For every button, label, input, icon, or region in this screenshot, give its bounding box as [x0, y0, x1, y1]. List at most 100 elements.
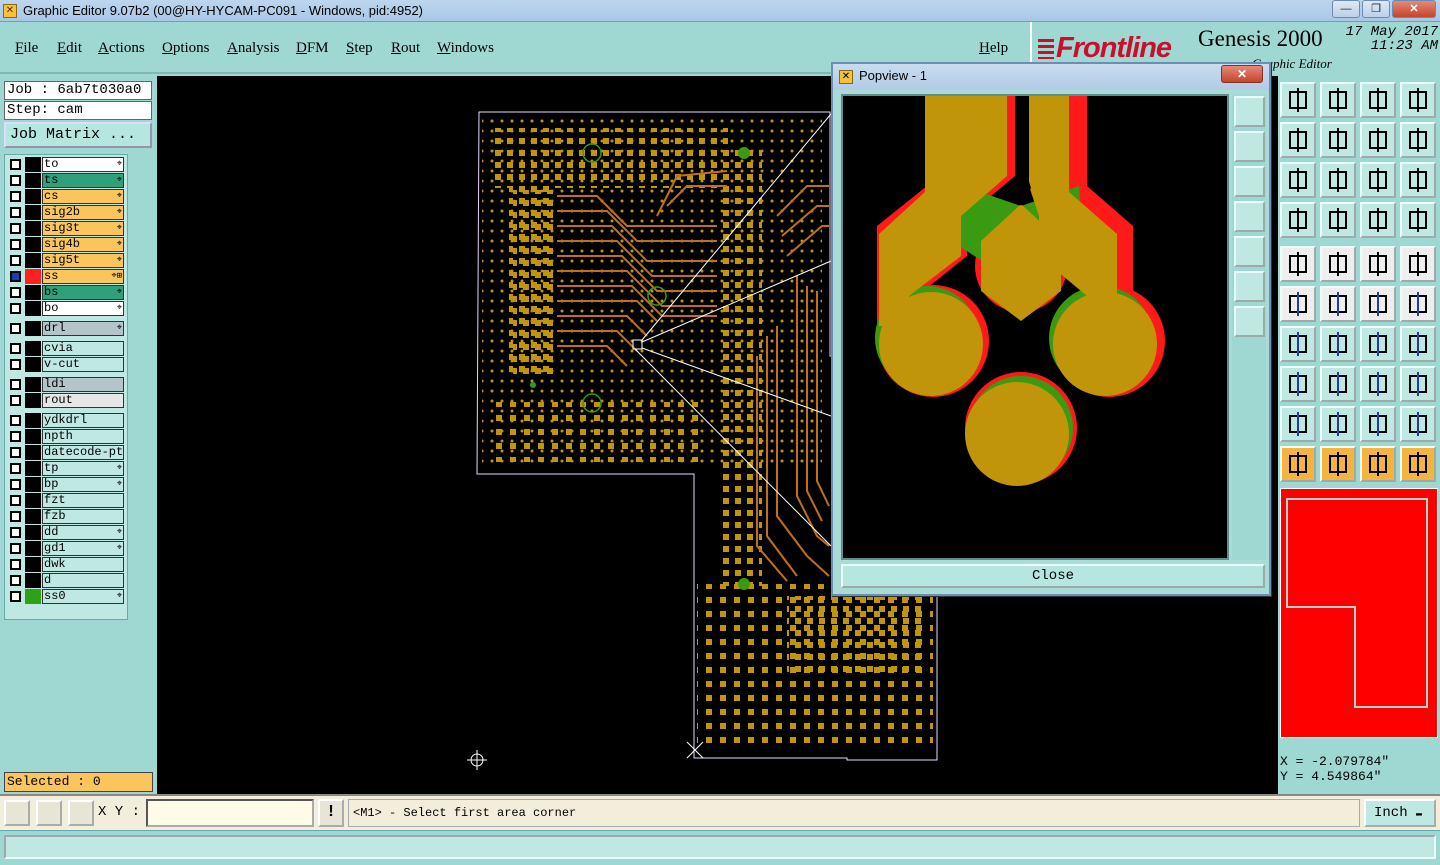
- measure-icon[interactable]: [36, 800, 62, 826]
- popview-close-button[interactable]: Close: [841, 564, 1265, 588]
- layer-row-npth[interactable]: npth: [7, 429, 127, 444]
- pad-select-icon[interactable]: [1280, 246, 1316, 282]
- layer-row-ss[interactable]: ss ⌖⊞: [7, 269, 127, 284]
- layer-row-tp[interactable]: tp ⌖: [7, 461, 127, 476]
- layer-color-swatch[interactable]: [25, 509, 41, 524]
- layer-row-dd[interactable]: dd ⌖: [7, 525, 127, 540]
- nodes-icon[interactable]: [1280, 286, 1316, 322]
- unit-selector[interactable]: Inch ▬: [1364, 799, 1436, 827]
- fix-icon[interactable]: [1400, 326, 1436, 362]
- layer-name[interactable]: fzb: [42, 509, 124, 524]
- close-window-button[interactable]: ✕: [1392, 0, 1436, 18]
- layer-color-swatch[interactable]: [25, 253, 41, 268]
- layer-color-swatch[interactable]: [25, 357, 41, 372]
- popview-tool-4[interactable]: [1234, 201, 1265, 232]
- center-icon[interactable]: [1320, 162, 1356, 198]
- overview-map[interactable]: [1280, 488, 1438, 738]
- popview-tool-6[interactable]: [1234, 271, 1265, 302]
- layer-row-gd1[interactable]: gd1 ⌖: [7, 541, 127, 556]
- layer-color-swatch[interactable]: [25, 173, 41, 188]
- zoom-area-icon[interactable]: [4, 800, 30, 826]
- menu-analysis[interactable]: Analysis: [227, 40, 280, 57]
- layer-row-to[interactable]: to ⌖: [7, 157, 127, 172]
- layer-row-drl[interactable]: drl ⌖: [7, 321, 127, 336]
- layer-row-bs[interactable]: bs ⌖: [7, 285, 127, 300]
- popview-tool-1[interactable]: [1234, 96, 1265, 127]
- layer-checkbox[interactable]: [10, 323, 21, 334]
- layer-name[interactable]: bo ⌖: [42, 301, 124, 316]
- alert-icon[interactable]: !: [318, 799, 344, 827]
- ratio-icon[interactable]: [1360, 162, 1396, 198]
- layer-checkbox[interactable]: [10, 207, 21, 218]
- layer-color-swatch[interactable]: [25, 285, 41, 300]
- transform-icon[interactable]: [1280, 366, 1316, 402]
- layer-checkbox[interactable]: [10, 287, 21, 298]
- layer-name[interactable]: gd1 ⌖: [42, 541, 124, 556]
- layer-color-swatch[interactable]: [25, 445, 41, 460]
- measure-icon[interactable]: [1360, 246, 1396, 282]
- layer-color-swatch[interactable]: [25, 413, 41, 428]
- layer-name[interactable]: sig2b ⌖: [42, 205, 124, 220]
- menu-help[interactable]: Help: [979, 40, 1008, 57]
- layer-row-d[interactable]: d: [7, 573, 127, 588]
- layer-checkbox[interactable]: [10, 175, 21, 186]
- layer-name[interactable]: fzt: [42, 493, 124, 508]
- popview-tool-5[interactable]: [1234, 236, 1265, 267]
- grid-icon[interactable]: [1320, 202, 1356, 238]
- menu-file[interactable]: File: [15, 40, 38, 57]
- layer-name[interactable]: bp ⌖: [42, 477, 124, 492]
- menu-actions[interactable]: Actions: [98, 40, 145, 57]
- menu-options[interactable]: Options: [162, 40, 210, 57]
- layer-checkbox[interactable]: [10, 395, 21, 406]
- layer-color-swatch[interactable]: [25, 301, 41, 316]
- menu-edit[interactable]: Edit: [57, 40, 82, 57]
- layer-color-swatch[interactable]: [25, 157, 41, 172]
- layer-name[interactable]: rout: [42, 393, 124, 408]
- layer-color-swatch[interactable]: [25, 321, 41, 336]
- layer-color-swatch[interactable]: [25, 477, 41, 492]
- layer-name[interactable]: ts ⌖: [42, 173, 124, 188]
- move-node-icon[interactable]: [1360, 286, 1396, 322]
- layer-name[interactable]: cvia: [42, 341, 124, 356]
- zoom-right-icon[interactable]: [1320, 122, 1356, 158]
- layer-color-swatch[interactable]: [25, 189, 41, 204]
- menu-step[interactable]: Step: [346, 40, 373, 57]
- maximize-button[interactable]: ❐: [1362, 0, 1390, 18]
- layer-row-cvia[interactable]: cvia: [7, 341, 127, 356]
- layer-checkbox[interactable]: [10, 527, 21, 538]
- layer-checkbox[interactable]: [10, 343, 21, 354]
- layer-row-bo[interactable]: bo ⌖: [7, 301, 127, 316]
- layer-name[interactable]: sig5t ⌖: [42, 253, 124, 268]
- layer-row-sig5t[interactable]: sig5t ⌖: [7, 253, 127, 268]
- select-box-icon[interactable]: [1320, 446, 1356, 482]
- layer-color-swatch[interactable]: [25, 393, 41, 408]
- layer-checkbox[interactable]: [10, 543, 21, 554]
- select-lasso-icon[interactable]: [1360, 446, 1396, 482]
- layer-row-cs[interactable]: cs ⌖: [7, 189, 127, 204]
- pointer-icon[interactable]: [1280, 446, 1316, 482]
- layer-name[interactable]: npth: [42, 429, 124, 444]
- layer-checkbox[interactable]: [10, 559, 21, 570]
- layer-row-sig2b[interactable]: sig2b ⌖: [7, 205, 127, 220]
- layer-name[interactable]: ss ⌖⊞: [42, 269, 124, 284]
- select-net-icon[interactable]: [1400, 446, 1436, 482]
- layer-checkbox[interactable]: [10, 255, 21, 266]
- layer-color-swatch[interactable]: [25, 541, 41, 556]
- popview-tool-3[interactable]: [1234, 166, 1265, 197]
- popview-canvas[interactable]: [841, 94, 1229, 560]
- layer-name[interactable]: cs ⌖: [42, 189, 124, 204]
- layer-checkbox[interactable]: [10, 159, 21, 170]
- layer-row-datecode-pt[interactable]: datecode-pt: [7, 445, 127, 460]
- edit-node-icon[interactable]: [1400, 286, 1436, 322]
- flip-icon[interactable]: [1360, 122, 1396, 158]
- layer-row-sig4b[interactable]: sig4b ⌖: [7, 237, 127, 252]
- target-icon[interactable]: [1400, 246, 1436, 282]
- delete-node-icon[interactable]: [1320, 286, 1356, 322]
- arc-a-icon[interactable]: [1280, 406, 1316, 442]
- layer-name[interactable]: ydkdrl: [42, 413, 124, 428]
- job-matrix-button[interactable]: Job Matrix ...: [4, 122, 152, 148]
- layer-row-v-cut[interactable]: v-cut: [7, 357, 127, 372]
- grid-icon[interactable]: [68, 800, 94, 826]
- layer-color-swatch[interactable]: [25, 461, 41, 476]
- settings-icon[interactable]: [1280, 202, 1316, 238]
